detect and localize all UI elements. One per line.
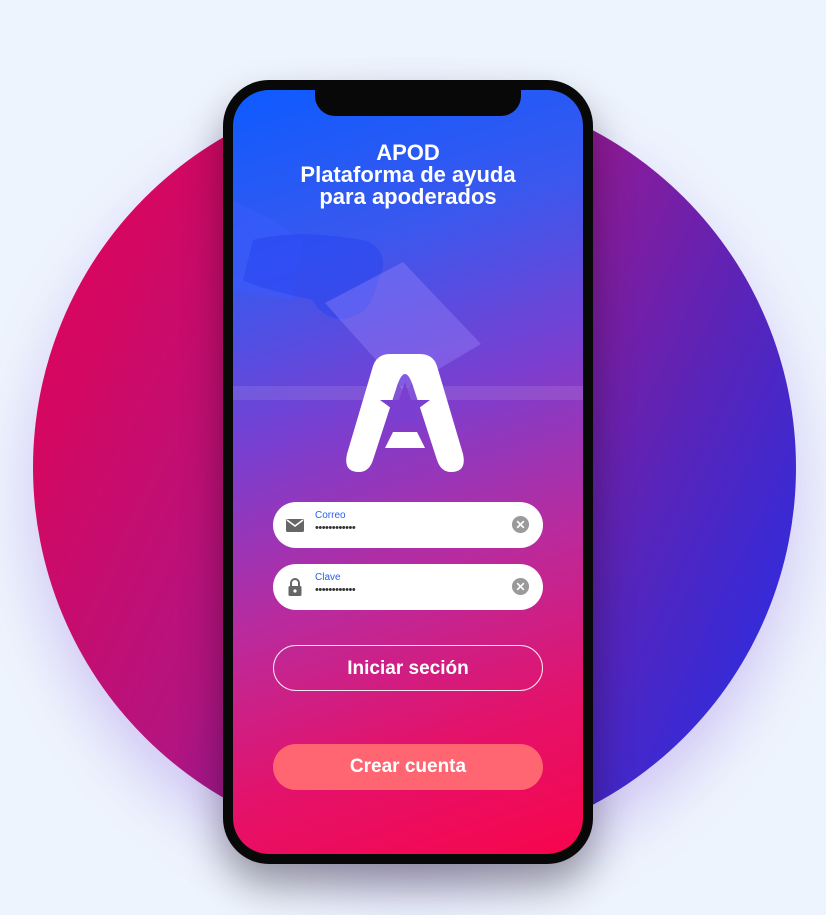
app-title-line1: APOD [376, 140, 440, 165]
email-field[interactable]: Correo •••••••••••• [273, 502, 543, 548]
app-title-line3: para apoderados [319, 184, 497, 209]
register-button[interactable]: Crear cuenta [273, 744, 543, 790]
phone-frame: APOD Plataforma de ayuda para apoderados… [223, 80, 593, 864]
password-value[interactable]: •••••••••••• [315, 584, 356, 596]
login-button[interactable]: Iniciar seción [273, 645, 543, 691]
clear-password-icon[interactable] [511, 577, 530, 596]
password-label: Clave [315, 572, 341, 583]
lock-icon [288, 578, 302, 596]
clear-email-icon[interactable] [511, 515, 530, 534]
password-field[interactable]: Clave •••••••••••• [273, 564, 543, 610]
email-value[interactable]: •••••••••••• [315, 522, 356, 534]
email-label: Correo [315, 510, 346, 521]
app-title: APOD Plataforma de ayuda para apoderados [233, 142, 583, 208]
phone-notch [315, 90, 521, 116]
app-title-line2: Plataforma de ayuda [300, 162, 516, 187]
phone-screen: APOD Plataforma de ayuda para apoderados… [233, 90, 583, 854]
mail-icon [286, 519, 304, 532]
apod-logo [346, 354, 464, 472]
